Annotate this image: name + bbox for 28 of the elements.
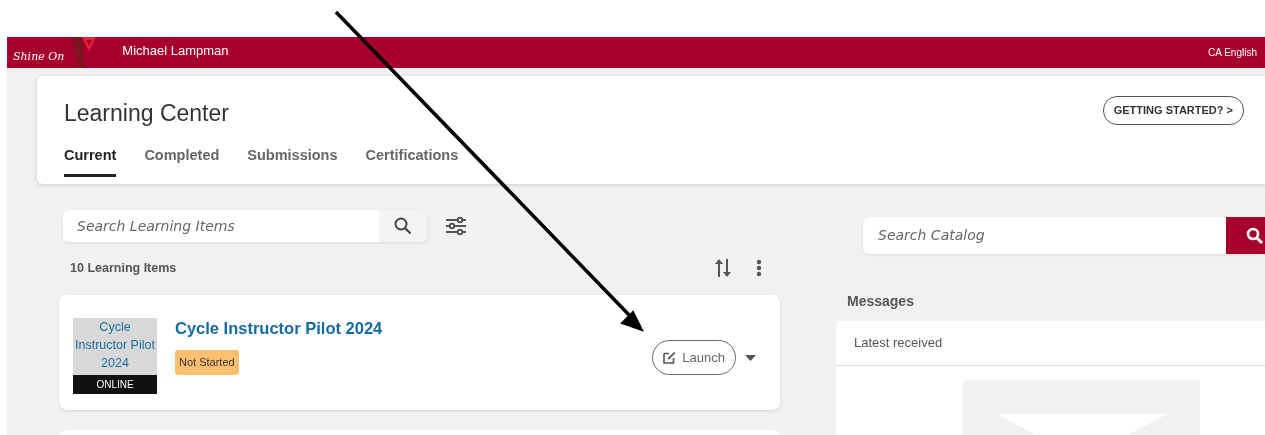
more-options-icon[interactable] [756, 259, 762, 277]
launch-button[interactable]: Launch [652, 339, 736, 376]
sort-icon[interactable] [714, 258, 732, 278]
logo-text: Shine On [13, 49, 65, 66]
filter-icon[interactable] [445, 216, 467, 236]
status-badge: Not Started [175, 350, 239, 375]
thumbnail-alt-text: Cycle Instructor Pilot 2024 [73, 318, 157, 375]
tab[interactable]: Certifications [365, 144, 459, 178]
tab[interactable]: Submissions [247, 144, 338, 178]
user-name[interactable]: Michael Lampman [122, 40, 229, 61]
catalog-search-button[interactable] [1226, 217, 1265, 254]
language-selector[interactable]: CA English [1208, 45, 1257, 60]
search-icon [394, 217, 412, 235]
getting-started-button[interactable]: GETTING STARTED? > [1102, 96, 1244, 125]
messages-subheading: Latest received [836, 321, 1265, 366]
tab[interactable]: Completed [144, 144, 220, 178]
item-count: 10 Learning Items [70, 259, 177, 277]
search-field[interactable]: Search Learning Items [63, 210, 427, 242]
caret-icon[interactable] [745, 354, 756, 361]
search-button[interactable] [379, 210, 427, 242]
tab[interactable]: Current [64, 144, 117, 178]
search-icon [1246, 226, 1264, 245]
format-label: ONLINE [73, 375, 157, 394]
catalog-search-field[interactable]: Search Catalog [863, 217, 1265, 254]
messages-heading: Messages [847, 292, 915, 311]
item-title-link[interactable]: Cycle Instructor Pilot 2024 [175, 319, 383, 337]
edit-icon [663, 351, 677, 364]
page-title: Learning Center [64, 99, 229, 128]
